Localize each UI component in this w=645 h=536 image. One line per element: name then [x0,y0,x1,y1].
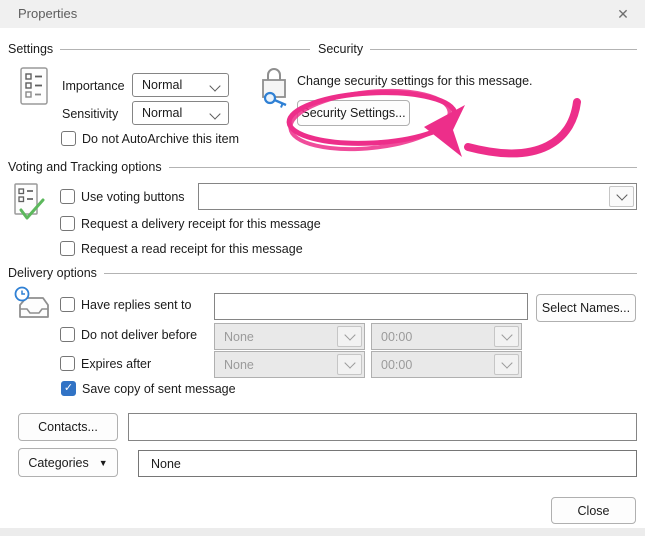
deliver-before-label: Do not deliver before [81,328,198,342]
deliver-before-time-combobox[interactable]: 00:00 [371,323,522,350]
voting-checklist-icon [14,183,45,220]
use-voting-label: Use voting buttons [81,190,185,204]
security-group-header: Security [318,42,637,56]
close-button[interactable]: Close [551,497,636,524]
importance-dropdown[interactable]: Normal [132,73,229,97]
lock-key-icon [262,68,287,108]
deliver-before-checkbox[interactable] [60,327,75,342]
sensitivity-dropdown[interactable]: Normal [132,101,229,125]
security-description: Change security settings for this messag… [297,74,533,88]
security-settings-button[interactable]: Security Settings... [297,100,410,126]
importance-label: Importance [62,79,125,93]
chevron-down-icon [209,80,221,92]
chevron-down-icon [615,189,628,201]
select-names-button[interactable]: Select Names... [536,294,636,322]
settings-group-header: Settings [8,42,310,56]
dialog-bottom-edge [0,528,645,536]
expires-after-label: Expires after [81,357,152,371]
chevron-down-icon [500,357,513,369]
expires-after-checkbox[interactable] [60,356,75,371]
autoarchive-checkbox[interactable] [61,131,76,146]
use-voting-checkbox[interactable] [60,189,75,204]
check-icon: ✓ [63,382,74,394]
close-icon[interactable]: ✕ [611,3,635,25]
annotation-arrow-head [424,105,465,157]
delivery-receipt-label: Request a delivery receipt for this mess… [81,217,321,231]
autoarchive-label: Do not AutoArchive this item [82,132,240,146]
delivery-inbox-clock-icon [14,286,49,318]
voting-buttons-combobox[interactable] [198,183,637,210]
combo-drop-button[interactable] [494,354,519,375]
combo-drop-button[interactable] [494,326,519,347]
read-receipt-checkbox[interactable] [60,241,75,256]
save-copy-label: Save copy of sent message [82,382,236,396]
combo-drop-button[interactable] [609,186,634,207]
dialog-title: Properties [18,6,78,21]
chevron-down-icon [500,329,513,341]
combo-drop-button[interactable] [337,354,362,375]
replies-to-input[interactable] [214,293,528,320]
delivery-group-header: Delivery options [8,266,637,280]
properties-dialog: Properties ✕ Settings Security Voting an… [0,0,645,536]
categories-value-field[interactable]: None [138,450,637,477]
deliver-before-date-combobox[interactable]: None [214,323,365,350]
sensitivity-label: Sensitivity [62,107,119,121]
chevron-down-icon [343,357,356,369]
contacts-input[interactable] [128,413,637,441]
contacts-button[interactable]: Contacts... [18,413,118,441]
chevron-down-icon [209,108,221,120]
categories-button[interactable]: Categories ▼ [18,448,118,477]
expires-time-combobox[interactable]: 00:00 [371,351,522,378]
have-replies-label: Have replies sent to [81,298,192,312]
title-bar: Properties ✕ [0,0,645,28]
dropdown-arrow-icon: ▼ [98,457,108,468]
save-copy-checkbox[interactable]: ✓ [61,381,76,396]
voting-group-header: Voting and Tracking options [8,160,637,174]
expires-date-combobox[interactable]: None [214,351,365,378]
chevron-down-icon [343,329,356,341]
settings-list-icon [20,67,48,105]
annotation-arrow-tail [464,98,581,158]
have-replies-checkbox[interactable] [60,297,75,312]
read-receipt-label: Request a read receipt for this message [81,242,303,256]
delivery-receipt-checkbox[interactable] [60,216,75,231]
combo-drop-button[interactable] [337,326,362,347]
